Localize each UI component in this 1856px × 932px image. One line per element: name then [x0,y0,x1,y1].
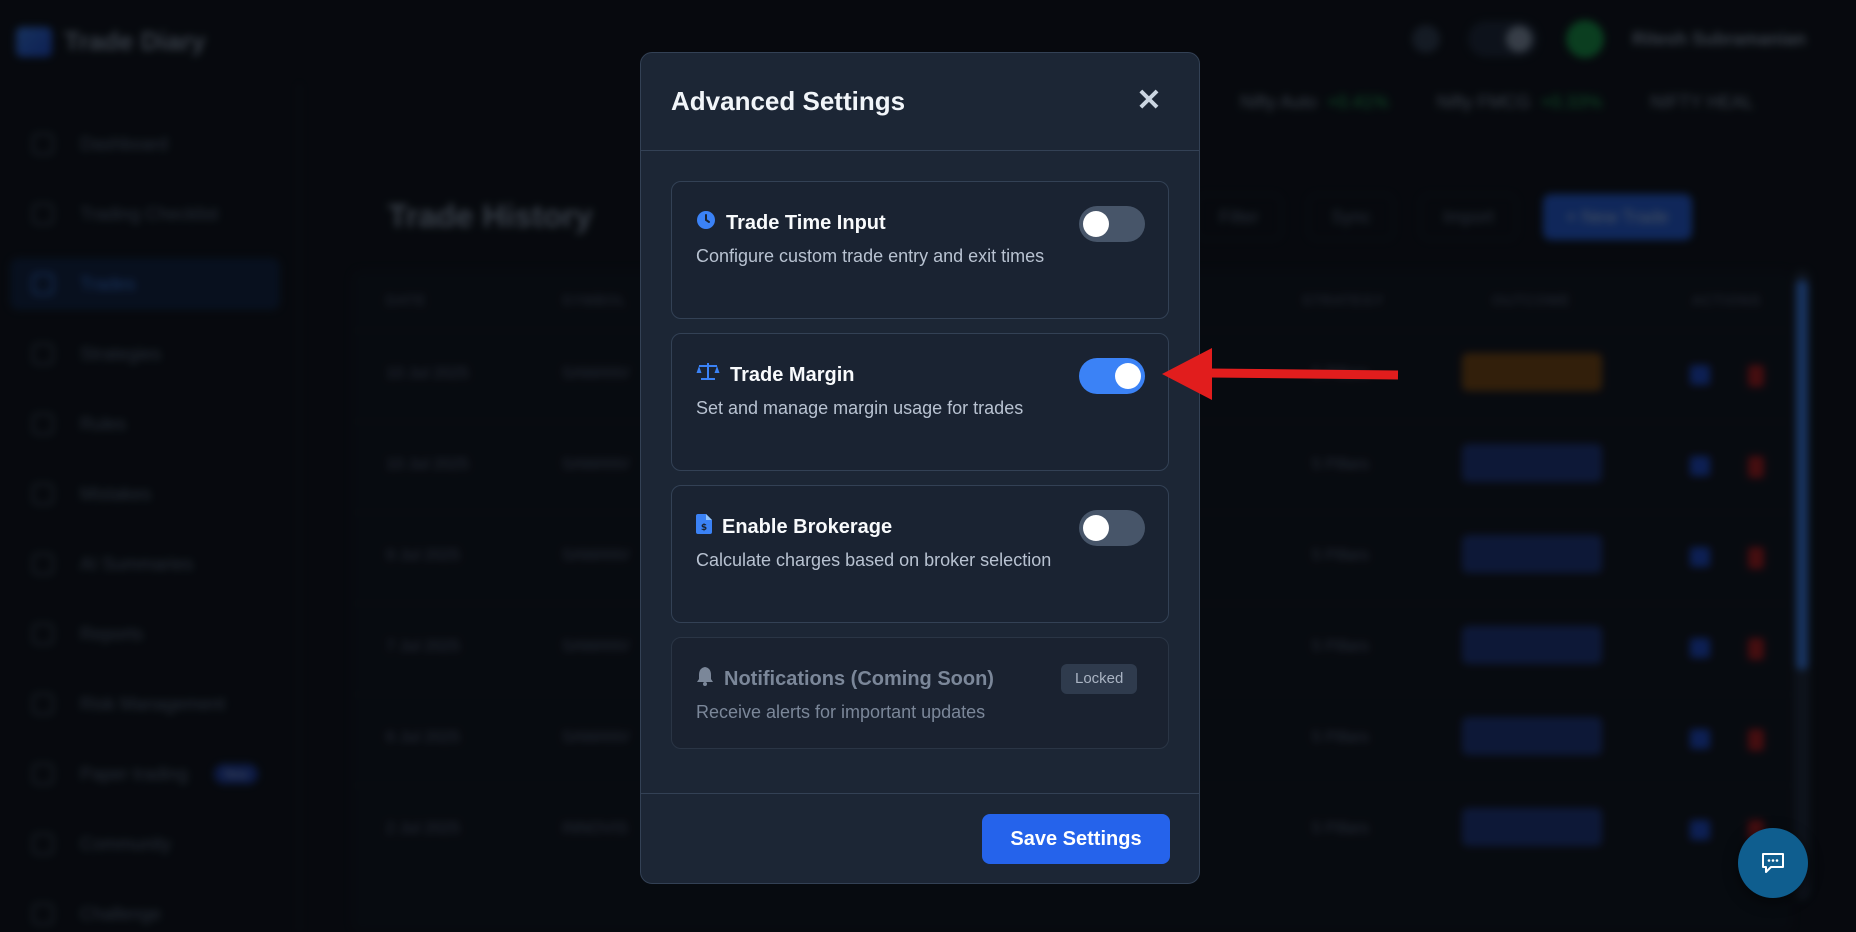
setting-description: Calculate charges based on broker select… [696,550,1052,570]
setting-description: Configure custom trade entry and exit ti… [696,246,1045,266]
setting-title-text: Enable Brokerage [722,515,893,538]
setting-card-brokerage: $ Enable Brokerage Calculate charges bas… [671,485,1169,623]
clock-icon [696,210,716,236]
setting-title: Notifications (Coming Soon) [696,666,994,692]
setting-card-trade-time: Trade Time Input Configure custom trade … [671,181,1169,319]
modal-header: Advanced Settings ✕ [641,53,1199,151]
invoice-icon: $ [696,514,712,540]
setting-description: Set and manage margin usage for trades [696,398,1024,418]
modal-footer: Save Settings [641,793,1199,883]
toggle-knob [1083,211,1109,237]
locked-badge: Locked [1061,664,1138,694]
bell-icon [696,666,714,692]
setting-title: $ Enable Brokerage [696,514,892,540]
setting-title-text: Notifications (Coming Soon) [724,667,994,690]
scale-icon [696,362,720,388]
trade-time-toggle[interactable] [1079,206,1145,242]
setting-title: Trade Margin [696,362,854,388]
setting-title-text: Trade Time Input [726,211,886,234]
trade-margin-toggle[interactable] [1079,358,1145,394]
close-icon[interactable]: ✕ [1131,83,1167,119]
setting-description: Receive alerts for important updates [696,702,986,722]
advanced-settings-modal: Advanced Settings ✕ Trade Time Input Con… [640,52,1200,884]
toggle-knob [1115,363,1141,389]
chat-icon [1762,853,1784,873]
setting-card-notifications: Notifications (Coming Soon) Receive aler… [671,637,1169,749]
setting-card-trade-margin: Trade Margin Set and manage margin usage… [671,333,1169,471]
svg-text:$: $ [701,523,707,533]
annotation-arrow-icon [1162,348,1399,400]
chat-button[interactable] [1738,828,1808,898]
setting-title: Trade Time Input [696,210,886,236]
save-settings-button[interactable]: Save Settings [982,814,1170,864]
brokerage-toggle[interactable] [1079,510,1145,546]
setting-title-text: Trade Margin [730,363,855,386]
toggle-knob [1083,515,1109,541]
modal-title: Advanced Settings [671,86,906,116]
